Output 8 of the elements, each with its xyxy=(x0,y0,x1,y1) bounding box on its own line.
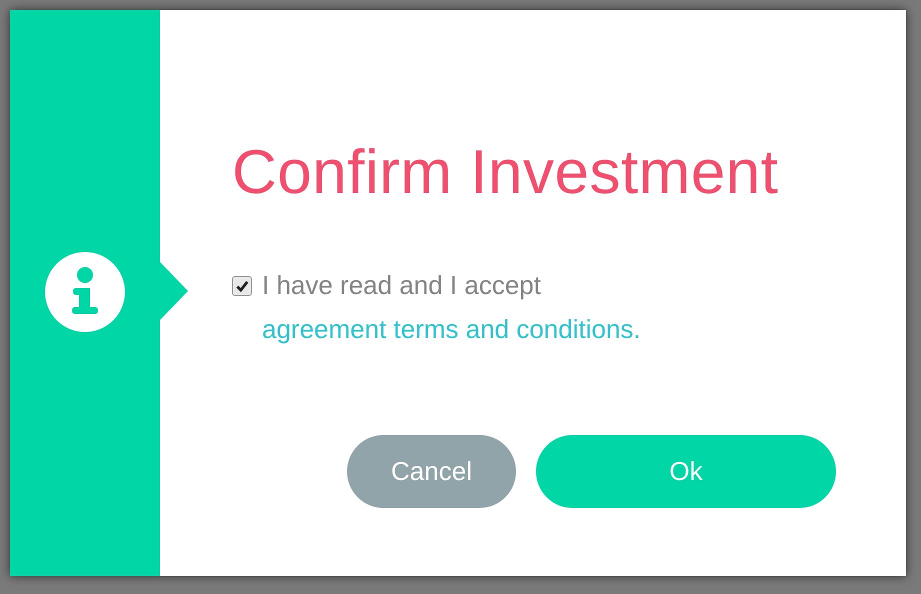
cancel-button[interactable]: Cancel xyxy=(347,435,516,508)
dialog-title: Confirm Investment xyxy=(232,137,780,209)
checkmark-icon xyxy=(235,279,249,293)
checkbox[interactable] xyxy=(232,276,252,296)
info-icon xyxy=(45,252,125,332)
ok-button[interactable]: Ok xyxy=(536,435,836,508)
terms-link[interactable]: agreement terms and conditions. xyxy=(262,314,641,344)
consent-text: I have read and I accept agreement terms and conditions. xyxy=(262,269,642,346)
